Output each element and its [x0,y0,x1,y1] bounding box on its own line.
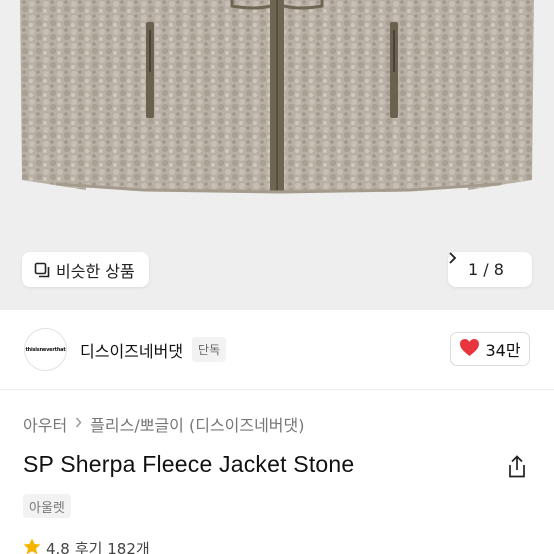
similar-items-icon [34,262,50,278]
product-image[interactable]: 비슷한 상품 1 / 8 [0,0,554,310]
like-button[interactable]: 34만 [450,332,530,366]
breadcrumb-category[interactable]: 아우터 [23,412,67,436]
like-count: 34만 [485,341,521,360]
review-count[interactable]: 후기 182개 [75,538,150,554]
outlet-badge: 아울렛 [23,494,71,518]
share-icon [506,455,528,483]
chevron-right-icon [75,416,82,432]
star-icon [23,538,41,554]
shop-name[interactable]: 디스이즈네버댓 [80,338,183,362]
heart-icon [459,338,480,361]
rating-value: 4.8 [46,539,70,554]
breadcrumb-subcategory[interactable]: 플리스/뽀글이 (디스이즈네버댓) [90,412,304,436]
product-title: SP Sherpa Fleece Jacket Stone [23,451,355,477]
share-button[interactable] [506,455,528,479]
outlet-badge-label: 아울렛 [29,500,65,516]
breadcrumb: 아우터 플리스/뽀글이 (디스이즈네버댓) [23,412,305,436]
image-pager[interactable]: 1 / 8 [448,252,532,287]
image-page-indicator: 1 / 8 [468,260,504,279]
shop-logo[interactable]: thisisneverthat [24,328,67,371]
shop-row[interactable]: thisisneverthat 디스이즈네버댓 단독 34만 [0,310,554,390]
similar-products-label: 비슷한 상품 [56,261,135,281]
shop-logo-text: thisisneverthat [25,346,66,353]
rating-row[interactable]: 4.8 후기 182개 [23,538,150,554]
similar-products-button[interactable]: 비슷한 상품 [22,252,149,287]
exclusive-badge: 단독 [192,337,227,362]
